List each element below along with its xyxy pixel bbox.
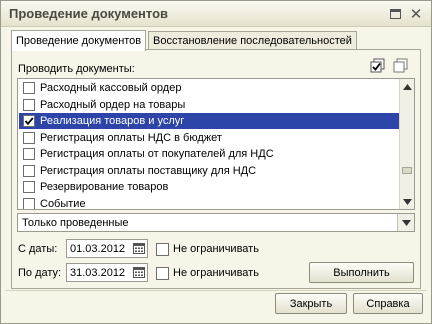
calendar-icon [133,243,145,254]
document-label: Расходный ордер на товары [40,98,186,111]
window-title: Проведение документов [9,6,169,21]
document-label: Реализация товаров и услуг [40,115,185,127]
documents-label: Проводить документы: [18,63,135,75]
date-from-label: С даты: [18,243,58,255]
uncheck-all-button[interactable] [392,57,410,75]
processing-dialog: Проведение документов ✕ Проведение докум… [0,0,432,324]
documents-list[interactable]: Расходный кассовый ордер Расходный ордер … [17,78,415,210]
unlimited-from-label: Не ограничивать [173,243,259,255]
title-bar[interactable]: Проведение документов ✕ [1,1,431,27]
document-checkbox[interactable] [23,82,35,94]
list-item[interactable]: Регистрация оплаты поставщику для НДС [19,163,399,179]
document-checkbox[interactable] [23,115,35,127]
scroll-down-arrow[interactable] [400,194,414,209]
document-checkbox[interactable] [23,98,35,111]
list-item[interactable]: Регистрация оплаты НДС в бюджет [19,130,399,146]
dropdown-button[interactable] [397,214,414,231]
scroll-thumb[interactable] [402,167,412,174]
filter-select[interactable]: Только проведенные [17,213,415,232]
list-item[interactable]: Регистрация оплаты от покупателей для НД… [19,146,399,162]
maximize-button[interactable] [387,6,403,22]
list-item[interactable]: Резервирование товаров [19,179,399,195]
help-button[interactable]: Справка [353,293,423,314]
chevron-down-icon [401,219,411,226]
unlimited-to-checkbox[interactable] [156,267,169,280]
date-to-field[interactable]: 31.03.2012 [66,263,148,282]
check-all-icon [370,58,385,73]
date-from-value: 01.03.2012 [70,243,126,255]
document-label: Регистрация оплаты НДС в бюджет [40,131,222,144]
arrow-up-icon [403,83,412,90]
calendar-button-to[interactable] [132,266,146,279]
check-all-button[interactable] [369,57,387,75]
unlimited-to-label: Не ограничивать [173,267,259,279]
footer-divider [5,290,427,291]
check-icon [24,117,34,126]
scroll-up-arrow[interactable] [400,79,414,94]
document-label: Резервирование товаров [40,181,169,193]
list-item[interactable]: Событие [19,196,399,210]
list-scrollbar[interactable] [399,79,414,209]
arrow-down-icon [403,198,412,205]
maximize-icon [389,9,401,19]
document-label: Регистрация оплаты поставщику для НДС [40,164,257,177]
list-item[interactable]: Расходный ордер на товары [19,97,399,113]
date-from-field[interactable]: 01.03.2012 [66,239,148,258]
document-label: Регистрация оплаты от покупателей для НД… [40,148,274,160]
filter-value: Только проведенные [22,217,129,229]
calendar-button-from[interactable] [132,242,146,255]
document-checkbox[interactable] [23,197,35,209]
uncheck-all-icon [393,58,408,73]
calendar-icon [133,267,145,278]
close-window-button[interactable]: ✕ [408,6,424,23]
document-checkbox[interactable] [23,164,35,177]
document-label: Событие [40,197,86,210]
execute-button[interactable]: Выполнить [309,262,414,283]
document-label: Расходный кассовый ордер [40,82,182,94]
date-to-value: 31.03.2012 [70,267,126,279]
document-checkbox[interactable] [23,148,35,160]
close-button[interactable]: Закрыть [275,293,347,314]
list-item[interactable]: Реализация товаров и услуг [19,113,399,129]
list-item[interactable]: Расходный кассовый ордер [19,80,399,96]
tab-restore-sequences[interactable]: Восстановление последовательностей [148,31,357,49]
close-icon: ✕ [409,6,423,23]
tab-processing[interactable]: Проведение документов [11,30,147,51]
date-to-label: По дату: [18,267,62,279]
unlimited-from-checkbox[interactable] [156,243,169,256]
document-checkbox[interactable] [23,131,35,144]
document-checkbox[interactable] [23,181,35,193]
